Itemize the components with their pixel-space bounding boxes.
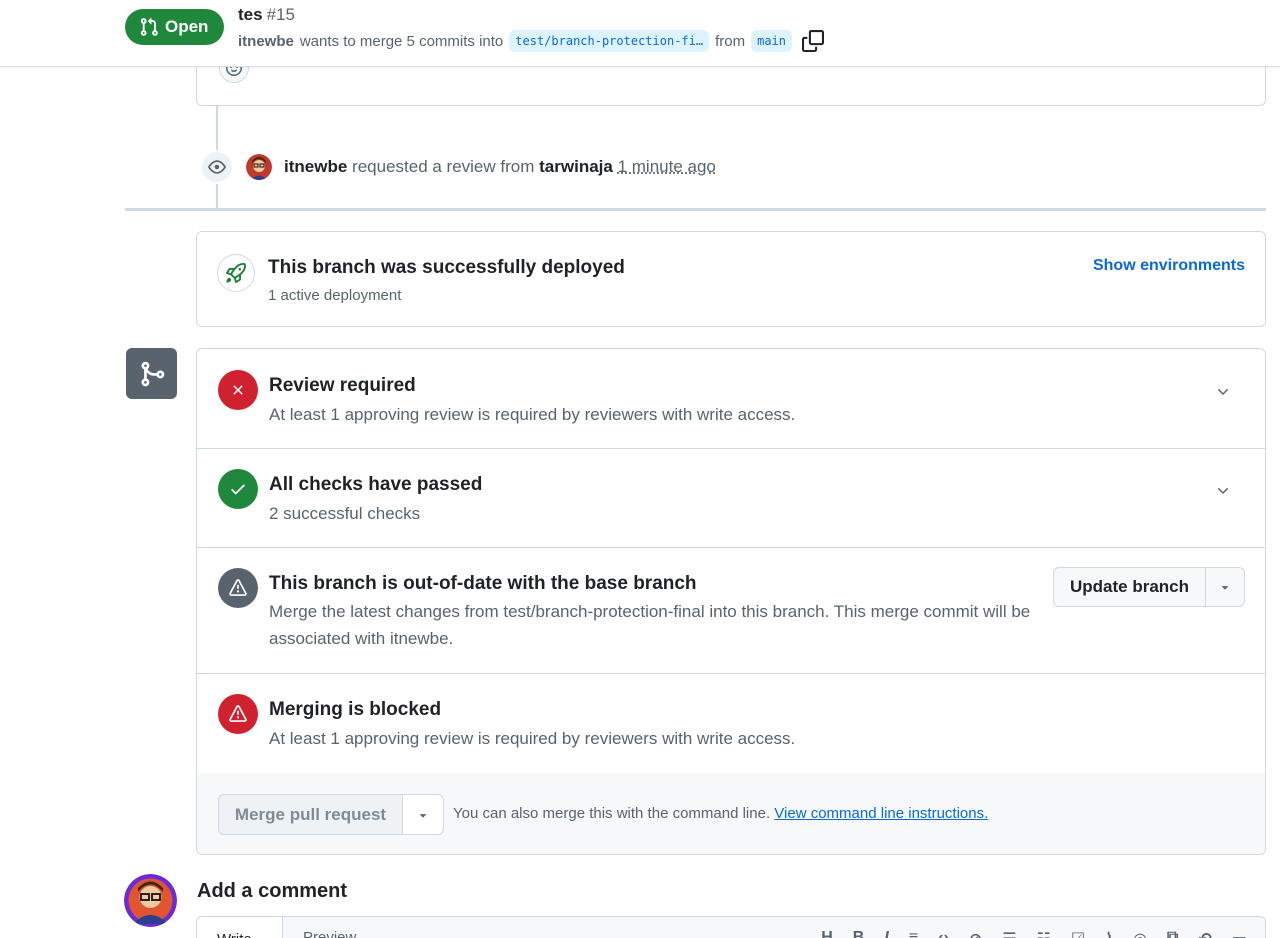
task-list-icon[interactable]: ☑ <box>1071 929 1085 938</box>
pr-sticky-header: Open tes #15 itnewbe wants to merge 5 com… <box>0 0 1280 67</box>
check-icon <box>231 484 245 495</box>
quote-icon[interactable]: ≡ <box>909 929 918 938</box>
cli-hint-text: You can also merge this with the command… <box>453 805 771 822</box>
timeline-divider <box>125 208 1266 211</box>
pull-request-icon <box>140 17 158 36</box>
unordered-list-icon[interactable]: ☷ <box>1037 929 1051 938</box>
event-action: requested a review from <box>352 157 535 176</box>
tab-preview[interactable]: Preview <box>303 929 356 938</box>
merge-text: wants to merge 5 commits into <box>299 32 504 50</box>
pr-number: #15 <box>266 5 295 24</box>
checks-desc: 2 successful checks <box>269 504 421 523</box>
reference-icon[interactable]: ⧉ <box>1167 929 1178 938</box>
triangle-down-icon <box>419 813 427 818</box>
merge-footer: Merge pull request You can also merge th… <box>197 773 1265 854</box>
rocket-icon <box>226 263 246 283</box>
review-title: Review required <box>269 375 416 396</box>
deploy-icon-wrap <box>217 254 255 292</box>
merging-blocked-section: Merging is blocked At least 1 approving … <box>197 673 1265 774</box>
git-merge-icon <box>141 361 164 386</box>
eye-icon <box>208 160 226 174</box>
merge-box: Review required At least 1 approving rev… <box>196 348 1266 855</box>
base-branch[interactable]: test/branch-protection-fi… <box>509 30 710 52</box>
event-reviewer[interactable]: tarwinaja <box>539 157 613 176</box>
pr-state-label: Open <box>165 17 209 36</box>
chevron-down-icon[interactable] <box>1215 384 1231 400</box>
deploy-title: This branch was successfully deployed <box>268 257 625 278</box>
from-text: from <box>715 32 746 50</box>
alert-icon <box>229 705 247 722</box>
merge-button-label[interactable]: Merge pull request <box>219 795 403 834</box>
avatar[interactable] <box>124 874 177 927</box>
deploy-subtitle: 1 active deployment <box>268 287 402 304</box>
markdown-toolbar: H B I ≡ ‹› ⊘ ☰ ☷ ☑ ⌇ ◎ ⧉ ↶ ▭ <box>821 929 1247 938</box>
head-branch[interactable]: main <box>751 30 793 52</box>
outdated-desc: Merge the latest changes from test/branc… <box>269 602 1031 648</box>
checks-section[interactable]: All checks have passed 2 successful chec… <box>197 448 1265 548</box>
chevron-down-icon[interactable] <box>1215 483 1231 499</box>
merge-status-icon-box <box>126 348 177 399</box>
add-comment-title: Add a comment <box>197 880 348 902</box>
pr-title: tes #15 <box>238 5 295 25</box>
blocked-desc: At least 1 approving review is required … <box>269 729 796 748</box>
checks-title: All checks have passed <box>269 474 483 495</box>
italic-icon[interactable]: I <box>884 929 888 938</box>
alert-icon <box>229 579 247 596</box>
event-time[interactable]: 1 minute ago <box>618 157 716 176</box>
review-desc: At least 1 approving review is required … <box>269 405 796 424</box>
copy-icon[interactable] <box>802 30 825 52</box>
update-branch-button[interactable]: Update branch <box>1053 567 1245 607</box>
triangle-down-icon <box>1221 586 1229 590</box>
out-of-date-section: This branch is out-of-date with the base… <box>197 547 1265 674</box>
update-branch-caret[interactable] <box>1206 568 1244 606</box>
heading-icon[interactable]: H <box>821 929 833 938</box>
show-environments-link[interactable]: Show environments <box>1093 257 1245 275</box>
code-icon[interactable]: ‹› <box>938 929 949 938</box>
merge-button-caret[interactable] <box>403 795 443 834</box>
review-requested-event: itnewbe requested a review from tarwinaj… <box>200 150 716 184</box>
attach-icon[interactable]: ⌇ <box>1105 929 1113 938</box>
status-icon-wrap <box>218 568 258 608</box>
pr-state-badge: Open <box>125 9 225 45</box>
cli-instructions-link[interactable]: View command line instructions. <box>774 805 988 822</box>
pr-meta: itnewbe wants to merge 5 commits into te… <box>238 30 825 52</box>
status-icon-wrap <box>218 469 258 509</box>
ordered-list-icon[interactable]: ☰ <box>1002 929 1016 938</box>
tab-write[interactable]: Write <box>197 917 283 938</box>
update-branch-label[interactable]: Update branch <box>1054 568 1206 606</box>
event-actor[interactable]: itnewbe <box>284 157 347 176</box>
pr-title-text: tes <box>238 5 263 24</box>
comment-editor: Write Preview H B I ≡ ‹› ⊘ ☰ ☷ ☑ ⌇ ◎ ⧉ ↶… <box>196 916 1266 938</box>
event-icon-wrap <box>200 150 234 184</box>
outdated-title: This branch is out-of-date with the base… <box>269 573 697 594</box>
bold-icon[interactable]: B <box>853 929 865 938</box>
mention-icon[interactable]: ◎ <box>1133 929 1147 938</box>
merge-pull-request-button[interactable]: Merge pull request <box>218 794 444 835</box>
undo-icon[interactable]: ↶ <box>1198 929 1211 938</box>
event-text: itnewbe requested a review from tarwinaj… <box>284 157 716 177</box>
pr-author[interactable]: itnewbe <box>238 33 294 50</box>
x-icon <box>233 385 243 395</box>
review-required-section[interactable]: Review required At least 1 approving rev… <box>197 349 1265 449</box>
avatar[interactable] <box>246 154 272 180</box>
status-icon-wrap <box>218 694 258 734</box>
fullscreen-icon[interactable]: ▭ <box>1232 929 1247 938</box>
status-icon-wrap <box>218 370 258 410</box>
cli-hint: You can also merge this with the command… <box>453 805 988 822</box>
deployment-box: This branch was successfully deployed 1 … <box>196 231 1266 327</box>
blocked-title: Merging is blocked <box>269 699 442 720</box>
link-icon[interactable]: ⊘ <box>969 929 982 938</box>
